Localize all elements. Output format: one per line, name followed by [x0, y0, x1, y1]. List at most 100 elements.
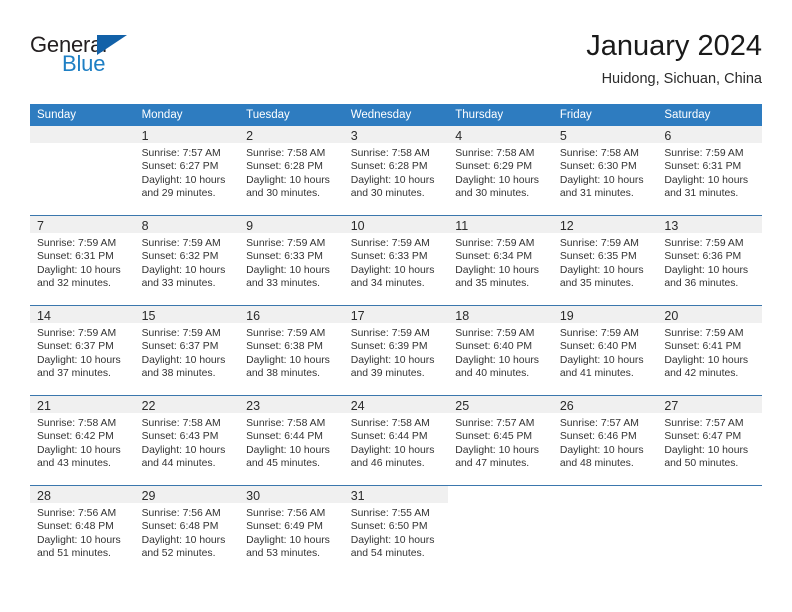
day-detail-lines: Sunrise: 7:56 AM Sunset: 6:49 PM Daylight:…	[239, 503, 344, 561]
day-detail-lines: Sunrise: 7:59 AM Sunset: 6:32 PM Daylight:…	[135, 233, 240, 291]
daylight-text-line2: and 51 minutes.	[37, 548, 111, 560]
daylight-text-line1: Daylight: 10 hours	[664, 354, 749, 366]
sunrise-text: Sunrise: 7:58 AM	[246, 418, 326, 429]
day-detail-lines: Sunrise: 7:58 AM Sunset: 6:44 PM Daylight:…	[239, 413, 344, 471]
sunrise-text: Sunrise: 7:59 AM	[455, 328, 535, 339]
sunrise-text: Sunrise: 7:56 AM	[246, 508, 326, 519]
day-detail-lines: Sunrise: 7:58 AM Sunset: 6:28 PM Daylight:…	[239, 143, 344, 201]
sunrise-text: Sunrise: 7:59 AM	[559, 328, 639, 339]
sunset-text: Sunset: 6:30 PM	[559, 161, 637, 173]
daylight-text-line1: Daylight: 10 hours	[350, 354, 435, 366]
sunset-text: Sunset: 6:45 PM	[455, 431, 533, 443]
daylight-text-line1: Daylight: 10 hours	[246, 444, 330, 456]
sunset-text: Sunset: 6:42 PM	[37, 431, 114, 443]
sunset-text: Sunset: 6:36 PM	[664, 251, 742, 263]
general-blue-logo[interactable]: General Blue	[30, 32, 230, 88]
daylight-text-line1: Daylight: 10 hours	[664, 174, 749, 186]
daylight-text-line1: Daylight: 10 hours	[455, 174, 539, 186]
calendar-page: General Blue January 2024 Huidong, Sichu…	[0, 0, 792, 612]
calendar-day-cell[interactable]: 9 Sunrise: 7:59 AM Sunset: 6:33 PM Daylight…	[239, 215, 344, 306]
sunset-text: Sunset: 6:29 PM	[455, 161, 533, 173]
sunrise-text: Sunrise: 7:57 AM	[141, 148, 221, 159]
day-number: 1	[141, 129, 149, 143]
sunrise-text: Sunrise: 7:59 AM	[350, 328, 430, 339]
calendar-day-cell[interactable]: 19 Sunrise: 7:59 AM Sunset: 6:40 PM Dayligh…	[552, 305, 658, 396]
calendar-day-cell[interactable]: 20 Sunrise: 7:59 AM Sunset: 6:41 PM Dayligh…	[657, 305, 762, 396]
calendar-day-cell[interactable]: 29 Sunrise: 7:56 AM Sunset: 6:48 PM Dayligh…	[134, 485, 240, 575]
daylight-text-line2: and 30 minutes.	[455, 188, 530, 200]
daylight-text-line2: and 52 minutes.	[141, 548, 216, 560]
calendar-day-cell[interactable]: 27 Sunrise: 7:57 AM Sunset: 6:47 PM Dayligh…	[657, 395, 762, 486]
calendar-day-cell[interactable]: 16 Sunrise: 7:59 AM Sunset: 6:38 PM Dayligh…	[239, 305, 344, 396]
sunset-text: Sunset: 6:50 PM	[350, 521, 428, 533]
calendar-day-cell[interactable]: 26 Sunrise: 7:57 AM Sunset: 6:46 PM Dayligh…	[552, 395, 658, 486]
sunrise-text: Sunrise: 7:59 AM	[664, 328, 744, 339]
calendar-day-cell[interactable]: 5 Sunrise: 7:58 AM Sunset: 6:30 PM Daylight…	[552, 126, 658, 216]
daylight-text-line1: Daylight: 10 hours	[141, 264, 226, 276]
day-number: 11	[455, 219, 469, 233]
calendar-day-cell[interactable]: 18 Sunrise: 7:59 AM Sunset: 6:40 PM Dayligh…	[448, 305, 553, 396]
calendar-day-cell[interactable]: 3 Sunrise: 7:58 AM Sunset: 6:28 PM Daylight…	[343, 126, 449, 216]
calendar-day-cell[interactable]: 31 Sunrise: 7:55 AM Sunset: 6:50 PM Dayligh…	[343, 485, 449, 575]
sunset-text: Sunset: 6:48 PM	[141, 521, 219, 533]
calendar-day-cell[interactable]: 12 Sunrise: 7:59 AM Sunset: 6:35 PM Dayligh…	[552, 215, 658, 306]
sunset-text: Sunset: 6:31 PM	[37, 251, 114, 263]
weekday-header-sunday: Sunday	[30, 104, 135, 126]
day-number: 22	[141, 399, 156, 413]
calendar-day-cell[interactable]: 6 Sunrise: 7:59 AM Sunset: 6:31 PM Daylight…	[657, 126, 762, 216]
calendar-day-cell[interactable]: 30 Sunrise: 7:56 AM Sunset: 6:49 PM Dayligh…	[239, 485, 344, 575]
day-detail-lines: Sunrise: 7:59 AM Sunset: 6:33 PM Daylight:…	[239, 233, 344, 291]
calendar-day-cell[interactable]: 2 Sunrise: 7:58 AM Sunset: 6:28 PM Daylight…	[239, 126, 344, 216]
calendar-day-cell[interactable]: 13 Sunrise: 7:59 AM Sunset: 6:36 PM Dayligh…	[657, 215, 762, 306]
calendar-day-cell[interactable]: 15 Sunrise: 7:59 AM Sunset: 6:37 PM Dayligh…	[134, 305, 240, 396]
calendar-day-cell[interactable]: 25 Sunrise: 7:57 AM Sunset: 6:45 PM Dayligh…	[448, 395, 553, 486]
calendar-day-cell[interactable]: 22 Sunrise: 7:58 AM Sunset: 6:43 PM Dayligh…	[134, 395, 240, 486]
day-number: 6	[664, 129, 672, 143]
day-number: 8	[141, 219, 149, 233]
daylight-text-line1: Daylight: 10 hours	[350, 444, 435, 456]
calendar-day-cell[interactable]: 10 Sunrise: 7:59 AM Sunset: 6:33 PM Dayligh…	[343, 215, 449, 306]
calendar-empty-cell	[552, 485, 658, 575]
calendar-day-cell[interactable]: 8 Sunrise: 7:59 AM Sunset: 6:32 PM Daylight…	[134, 215, 240, 306]
daylight-text-line2: and 35 minutes.	[559, 278, 634, 290]
calendar-day-cell[interactable]: 28 Sunrise: 7:56 AM Sunset: 6:48 PM Dayligh…	[30, 485, 135, 575]
day-detail-lines: Sunrise: 7:59 AM Sunset: 6:33 PM Daylight:…	[344, 233, 449, 291]
sunset-text: Sunset: 6:35 PM	[559, 251, 637, 263]
sunset-text: Sunset: 6:48 PM	[37, 521, 114, 533]
day-detail-lines	[553, 503, 658, 507]
daylight-text-line2: and 47 minutes.	[455, 458, 530, 470]
calendar-day-cell[interactable]: 1 Sunrise: 7:57 AM Sunset: 6:27 PM Daylight…	[134, 126, 240, 216]
calendar-day-cell[interactable]: 24 Sunrise: 7:58 AM Sunset: 6:44 PM Dayligh…	[343, 395, 449, 486]
sunrise-text: Sunrise: 7:57 AM	[455, 418, 535, 429]
page-header: General Blue January 2024 Huidong, Sichu…	[30, 28, 762, 96]
daylight-text-line1: Daylight: 10 hours	[350, 534, 435, 546]
calendar-day-cell[interactable]: 21 Sunrise: 7:58 AM Sunset: 6:42 PM Dayligh…	[30, 395, 135, 486]
sunrise-text: Sunrise: 7:58 AM	[37, 418, 117, 429]
calendar-day-cell[interactable]: 23 Sunrise: 7:58 AM Sunset: 6:44 PM Dayligh…	[239, 395, 344, 486]
day-number: 28	[37, 489, 51, 503]
sunset-text: Sunset: 6:32 PM	[141, 251, 219, 263]
sunset-text: Sunset: 6:46 PM	[559, 431, 637, 443]
calendar-day-cell[interactable]: 17 Sunrise: 7:59 AM Sunset: 6:39 PM Dayligh…	[343, 305, 449, 396]
day-number: 15	[141, 309, 156, 323]
day-detail-lines: Sunrise: 7:59 AM Sunset: 6:31 PM Daylight:…	[657, 143, 762, 201]
calendar-empty-cell	[657, 485, 762, 575]
calendar-day-cell[interactable]: 4 Sunrise: 7:58 AM Sunset: 6:29 PM Daylight…	[448, 126, 553, 216]
day-number: 13	[664, 219, 679, 233]
daylight-text-line2: and 45 minutes.	[246, 458, 321, 470]
day-number: 14	[37, 309, 51, 323]
weekday-header-saturday: Saturday	[657, 104, 762, 126]
calendar-day-cell[interactable]: 7 Sunrise: 7:59 AM Sunset: 6:31 PM Daylight…	[30, 215, 135, 306]
daylight-text-line2: and 33 minutes.	[141, 278, 216, 290]
daylight-text-line2: and 44 minutes.	[141, 458, 216, 470]
day-detail-lines: Sunrise: 7:57 AM Sunset: 6:47 PM Daylight:…	[657, 413, 762, 471]
daylight-text-line1: Daylight: 10 hours	[350, 174, 435, 186]
daylight-text-line2: and 38 minutes.	[141, 368, 216, 380]
calendar-day-cell[interactable]: 11 Sunrise: 7:59 AM Sunset: 6:34 PM Dayligh…	[448, 215, 553, 306]
sunset-text: Sunset: 6:44 PM	[350, 431, 428, 443]
day-number: 7	[37, 219, 44, 233]
calendar-day-cell[interactable]: 14 Sunrise: 7:59 AM Sunset: 6:37 PM Dayligh…	[30, 305, 135, 396]
day-detail-lines: Sunrise: 7:58 AM Sunset: 6:44 PM Daylight:…	[344, 413, 449, 471]
sunset-text: Sunset: 6:44 PM	[246, 431, 323, 443]
daylight-text-line1: Daylight: 10 hours	[559, 444, 644, 456]
